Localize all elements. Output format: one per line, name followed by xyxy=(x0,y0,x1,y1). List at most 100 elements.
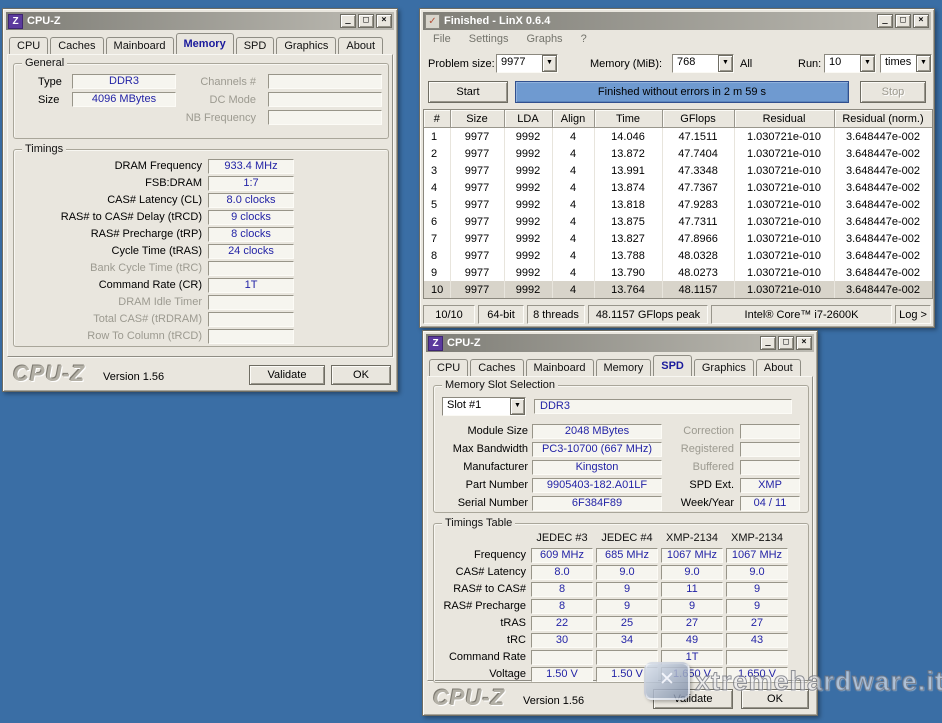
cell-lda: 9992 xyxy=(504,179,552,196)
tab[interactable]: Mainboard xyxy=(106,37,174,54)
tab[interactable]: Graphics xyxy=(276,37,336,54)
close-button[interactable]: × xyxy=(376,14,392,28)
chevron-down-icon[interactable]: ▼ xyxy=(542,55,557,72)
close-button[interactable]: × xyxy=(913,14,929,28)
spd-row: Module Size 2048 MBytes xyxy=(434,422,662,440)
start-button[interactable]: Start xyxy=(428,81,508,103)
minimize-button[interactable]: _ xyxy=(877,14,893,28)
column-header[interactable]: GFlops xyxy=(662,110,734,128)
status-panel[interactable]: 64-bit xyxy=(478,305,524,324)
tab[interactable]: Caches xyxy=(470,359,523,376)
timing-cell xyxy=(596,650,658,665)
menu-item[interactable]: Settings xyxy=(460,31,518,47)
cell-residual-norm: 3.648447e-002 xyxy=(834,281,932,298)
tab[interactable]: Mainboard xyxy=(526,359,594,376)
maximize-button[interactable]: □ xyxy=(358,14,374,28)
validate-button[interactable]: Validate xyxy=(653,689,733,709)
tab[interactable]: About xyxy=(756,359,801,376)
tab[interactable]: CPU xyxy=(429,359,468,376)
chevron-down-icon[interactable]: ▼ xyxy=(718,55,733,72)
table-row[interactable]: 6 9977 9992 4 13.875 47.7311 1.030721e-0… xyxy=(424,213,932,230)
run-combo[interactable]: 10 ▼ xyxy=(824,54,876,73)
slot-combo[interactable]: Slot #1 ▼ xyxy=(442,397,526,416)
column-header[interactable]: LDA xyxy=(504,110,552,128)
status-panel[interactable]: 48.1157 GFlops peak xyxy=(588,305,708,324)
timing-label: Row To Column (tRCD) xyxy=(14,329,208,344)
cell-run: 6 xyxy=(424,213,450,230)
table-row[interactable]: 3 9977 9992 4 13.991 47.3348 1.030721e-0… xyxy=(424,162,932,179)
timing-value-field: 8.0 clocks xyxy=(208,193,294,208)
table-row[interactable]: 2 9977 9992 4 13.872 47.7404 1.030721e-0… xyxy=(424,145,932,162)
chevron-down-icon[interactable]: ▼ xyxy=(916,55,931,72)
column-header[interactable]: # xyxy=(424,110,450,128)
table-row[interactable]: 8 9977 9992 4 13.788 48.0328 1.030721e-0… xyxy=(424,247,932,264)
ok-button[interactable]: OK xyxy=(741,689,809,709)
timing-cell: 1.650 V xyxy=(661,667,723,682)
slot-type-field: DDR3 xyxy=(534,399,792,414)
status-panel[interactable]: 8 threads xyxy=(527,305,585,324)
timing-value-field: 1:7 xyxy=(208,176,294,191)
profile-column-header: XMP-2134 xyxy=(661,532,723,544)
linx-titlebar[interactable]: ✓ Finished - LinX 0.6.4 _ □ × xyxy=(423,12,931,30)
timing-value-field xyxy=(208,295,294,310)
cell-align: 4 xyxy=(552,145,594,162)
table-row[interactable]: 7 9977 9992 4 13.827 47.8966 1.030721e-0… xyxy=(424,230,932,247)
status-panel[interactable]: Intel® Core™ i7-2600K xyxy=(711,305,892,324)
timing-value-field: 8 clocks xyxy=(208,227,294,242)
table-row[interactable]: 5 9977 9992 4 13.818 47.9283 1.030721e-0… xyxy=(424,196,932,213)
cpuz-spd-titlebar[interactable]: Z CPU-Z _ □ × xyxy=(426,334,814,352)
problem-size-combo[interactable]: 9977 ▼ xyxy=(496,54,558,73)
cell-residual-norm: 3.648447e-002 xyxy=(834,213,932,230)
timing-cell: 9 xyxy=(596,582,658,597)
tab-label: Mainboard xyxy=(534,362,586,374)
timing-cell: 1.650 V xyxy=(726,667,788,682)
table-row[interactable]: 9 9977 9992 4 13.790 48.0273 1.030721e-0… xyxy=(424,264,932,281)
cpuz-spd-window: Z CPU-Z _ □ × CPUCaches Mainboard MemorySP… xyxy=(422,330,818,716)
tab[interactable]: CPU xyxy=(9,37,48,54)
column-header[interactable]: Align xyxy=(552,110,594,128)
table-row[interactable]: 1 9977 9992 4 14.046 47.1511 1.030721e-0… xyxy=(424,128,932,146)
status-panel[interactable]: 10/10 xyxy=(423,305,475,324)
timing-row-label: tRAS xyxy=(434,616,531,631)
tab[interactable]: Memory xyxy=(596,359,652,376)
ok-button[interactable]: OK xyxy=(331,365,391,385)
cpuz-memory-titlebar[interactable]: Z CPU-Z _ □ × xyxy=(6,12,394,30)
progress-bar: Finished without errors in 2 m 59 s xyxy=(515,81,849,103)
tab[interactable]: SPD xyxy=(653,355,692,376)
column-header[interactable]: Size xyxy=(450,110,504,128)
cell-residual: 1.030721e-010 xyxy=(734,213,834,230)
menu-item[interactable]: File xyxy=(424,31,460,47)
tab[interactable]: SPD xyxy=(236,37,275,54)
tab[interactable]: Memory xyxy=(176,33,234,54)
timing-value-field xyxy=(208,329,294,344)
chevron-down-icon[interactable]: ▼ xyxy=(510,398,525,415)
timing-cell: 1067 MHz xyxy=(661,548,723,563)
minimize-button[interactable]: _ xyxy=(760,336,776,350)
column-header[interactable]: Residual xyxy=(734,110,834,128)
maximize-button[interactable]: □ xyxy=(895,14,911,28)
column-header[interactable]: Time xyxy=(594,110,662,128)
timings-table-row: Frequency 609 MHz 685 MHz 1067 MHz 1067 … xyxy=(434,547,808,564)
status-panel[interactable]: Log > xyxy=(895,305,931,324)
menu-item[interactable]: ? xyxy=(572,31,596,47)
cell-lda: 9992 xyxy=(504,213,552,230)
chevron-down-icon[interactable]: ▼ xyxy=(860,55,875,72)
timing-label: DRAM Frequency xyxy=(14,159,208,174)
nb-frequency-value-field xyxy=(268,110,382,125)
tab[interactable]: Graphics xyxy=(694,359,754,376)
minimize-button[interactable]: _ xyxy=(340,14,356,28)
times-combo[interactable]: times ▼ xyxy=(880,54,932,73)
validate-button[interactable]: Validate xyxy=(249,365,325,385)
tab[interactable]: About xyxy=(338,37,383,54)
menu-item[interactable]: Graphs xyxy=(517,31,571,47)
memory-combo[interactable]: 768 ▼ xyxy=(672,54,734,73)
table-row[interactable]: 4 9977 9992 4 13.874 47.7367 1.030721e-0… xyxy=(424,179,932,196)
close-button[interactable]: × xyxy=(796,336,812,350)
table-row[interactable]: 10 9977 9992 4 13.764 48.1157 1.030721e-… xyxy=(424,281,932,298)
tab[interactable]: Caches xyxy=(50,37,103,54)
cell-size: 9977 xyxy=(450,213,504,230)
maximize-button[interactable]: □ xyxy=(778,336,794,350)
column-header[interactable]: Residual (norm.) xyxy=(834,110,932,128)
tab-label: SPD xyxy=(244,40,267,52)
stop-button[interactable]: Stop xyxy=(860,81,926,103)
